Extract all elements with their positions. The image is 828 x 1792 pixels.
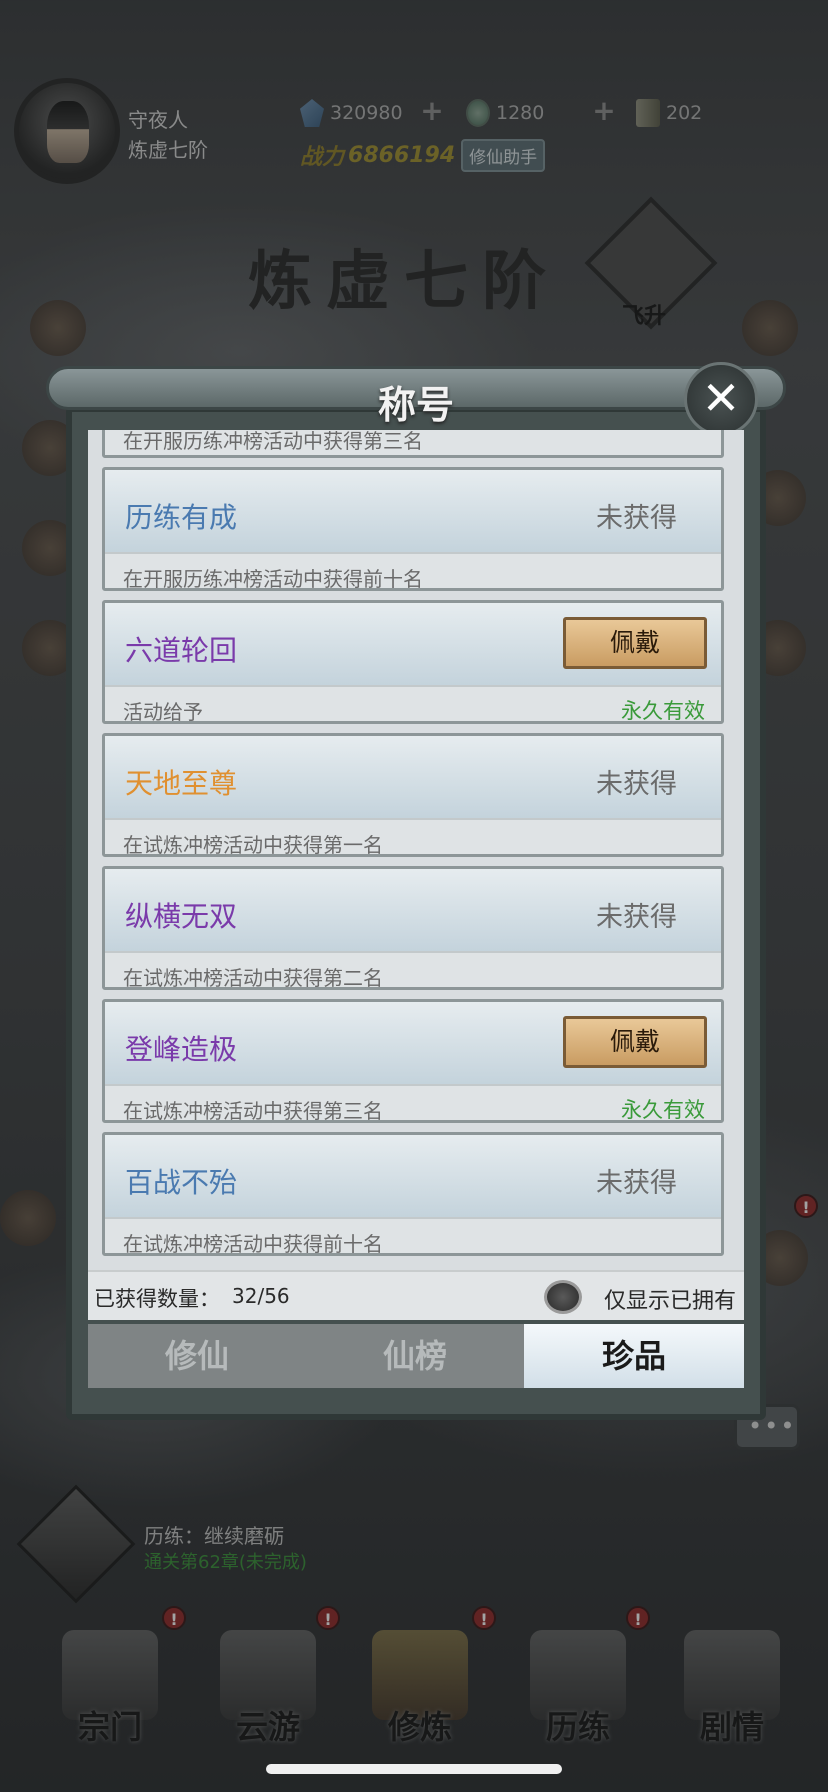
title-desc: 在开服历练冲榜活动中获得前十名 xyxy=(123,567,423,591)
title-status: 未获得 xyxy=(596,503,677,534)
tab-ranking[interactable]: 仙榜 xyxy=(306,1324,524,1388)
list-footer: 已获得数量： 32/56 仅显示已拥有 xyxy=(88,1270,744,1320)
title-status: 未获得 xyxy=(596,1168,677,1199)
wear-button[interactable]: 佩戴 xyxy=(563,617,707,669)
title-validity: 永久有效 xyxy=(621,699,705,723)
title-desc: 在试炼冲榜活动中获得第二名 xyxy=(123,966,383,990)
title-status: 未获得 xyxy=(596,902,677,933)
owned-count-value: 32/56 xyxy=(232,1284,290,1308)
title-desc: 在试炼冲榜活动中获得第三名 xyxy=(123,1099,383,1123)
close-button[interactable]: ✕ xyxy=(684,362,758,436)
owned-only-label[interactable]: 仅显示已拥有 xyxy=(604,1283,736,1315)
title-card: 纵横无双 未获得 在试炼冲榜活动中获得第二名 xyxy=(102,866,724,990)
owned-count-label: 已获得数量： xyxy=(94,1287,220,1311)
title-name: 纵横无双 xyxy=(125,900,238,933)
title-name: 天地至尊 xyxy=(125,767,238,800)
title-desc: 活动给予 xyxy=(123,700,203,724)
title-card: 天地至尊 未获得 在试炼冲榜活动中获得第一名 xyxy=(102,733,724,857)
tab-cultivation[interactable]: 修仙 xyxy=(88,1324,306,1388)
title-name: 历练有成 xyxy=(125,501,238,534)
title-card: 在开服历练冲榜活动中获得第三名 xyxy=(102,430,724,458)
titles-modal: 称号 ✕ 在开服历练冲榜活动中获得第三名 历练有成 未获得 在开服历练冲榜活动中… xyxy=(46,362,786,1420)
tab-treasure[interactable]: 珍品 xyxy=(524,1324,744,1388)
title-name: 百战不殆 xyxy=(125,1166,238,1199)
title-desc: 在试炼冲榜活动中获得第一名 xyxy=(123,833,383,857)
home-indicator[interactable] xyxy=(266,1764,562,1774)
title-validity: 永久有效 xyxy=(621,1098,705,1122)
title-card: 百战不殆 未获得 在试炼冲榜活动中获得前十名 xyxy=(102,1132,724,1256)
title-card: 历练有成 未获得 在开服历练冲榜活动中获得前十名 xyxy=(102,467,724,591)
title-name: 登峰造极 xyxy=(125,1033,238,1066)
title-status: 未获得 xyxy=(596,769,677,800)
modal-title: 称号 xyxy=(377,382,454,427)
close-icon: ✕ xyxy=(701,371,741,425)
title-desc: 在试炼冲榜活动中获得前十名 xyxy=(123,1232,383,1256)
title-desc: 在开服历练冲榜活动中获得第三名 xyxy=(123,430,423,453)
title-card: 登峰造极 佩戴 在试炼冲榜活动中获得第三名 永久有效 xyxy=(102,999,724,1123)
title-name: 六道轮回 xyxy=(125,634,238,667)
wear-button[interactable]: 佩戴 xyxy=(563,1016,707,1068)
title-tabs: 修仙 仙榜 珍品 xyxy=(88,1324,744,1388)
owned-only-toggle[interactable] xyxy=(544,1280,582,1314)
title-card: 六道轮回 佩戴 活动给予 永久有效 xyxy=(102,600,724,724)
title-list[interactable]: 在开服历练冲榜活动中获得第三名 历练有成 未获得 在开服历练冲榜活动中获得前十名… xyxy=(88,430,744,1310)
